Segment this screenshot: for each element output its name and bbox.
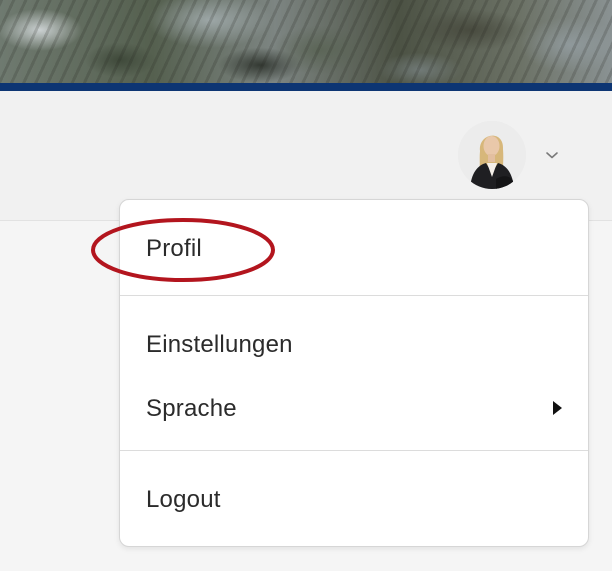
menu-item-label: Einstellungen bbox=[146, 331, 293, 358]
page: Profil Einstellungen Sprache Logout bbox=[0, 0, 612, 571]
menu-divider bbox=[120, 450, 588, 451]
menu-item-sprache[interactable]: Sprache bbox=[120, 381, 588, 437]
avatar-portrait-icon bbox=[458, 121, 526, 189]
menu-divider bbox=[120, 295, 588, 296]
menu-item-logout[interactable]: Logout bbox=[120, 472, 588, 528]
menu-item-label: Logout bbox=[146, 486, 221, 513]
menu-item-label: Sprache bbox=[146, 395, 237, 422]
menu-item-einstellungen[interactable]: Einstellungen bbox=[120, 317, 588, 373]
caret-right-icon bbox=[553, 401, 562, 415]
header-accent-stripe bbox=[0, 83, 612, 91]
menu-item-label: Profil bbox=[146, 235, 202, 262]
chevron-down-icon[interactable] bbox=[545, 150, 559, 160]
user-avatar[interactable] bbox=[458, 121, 526, 189]
menu-item-profil[interactable]: Profil bbox=[120, 221, 588, 277]
header-banner-image bbox=[0, 0, 612, 83]
user-dropdown-menu: Profil Einstellungen Sprache Logout bbox=[119, 199, 589, 547]
